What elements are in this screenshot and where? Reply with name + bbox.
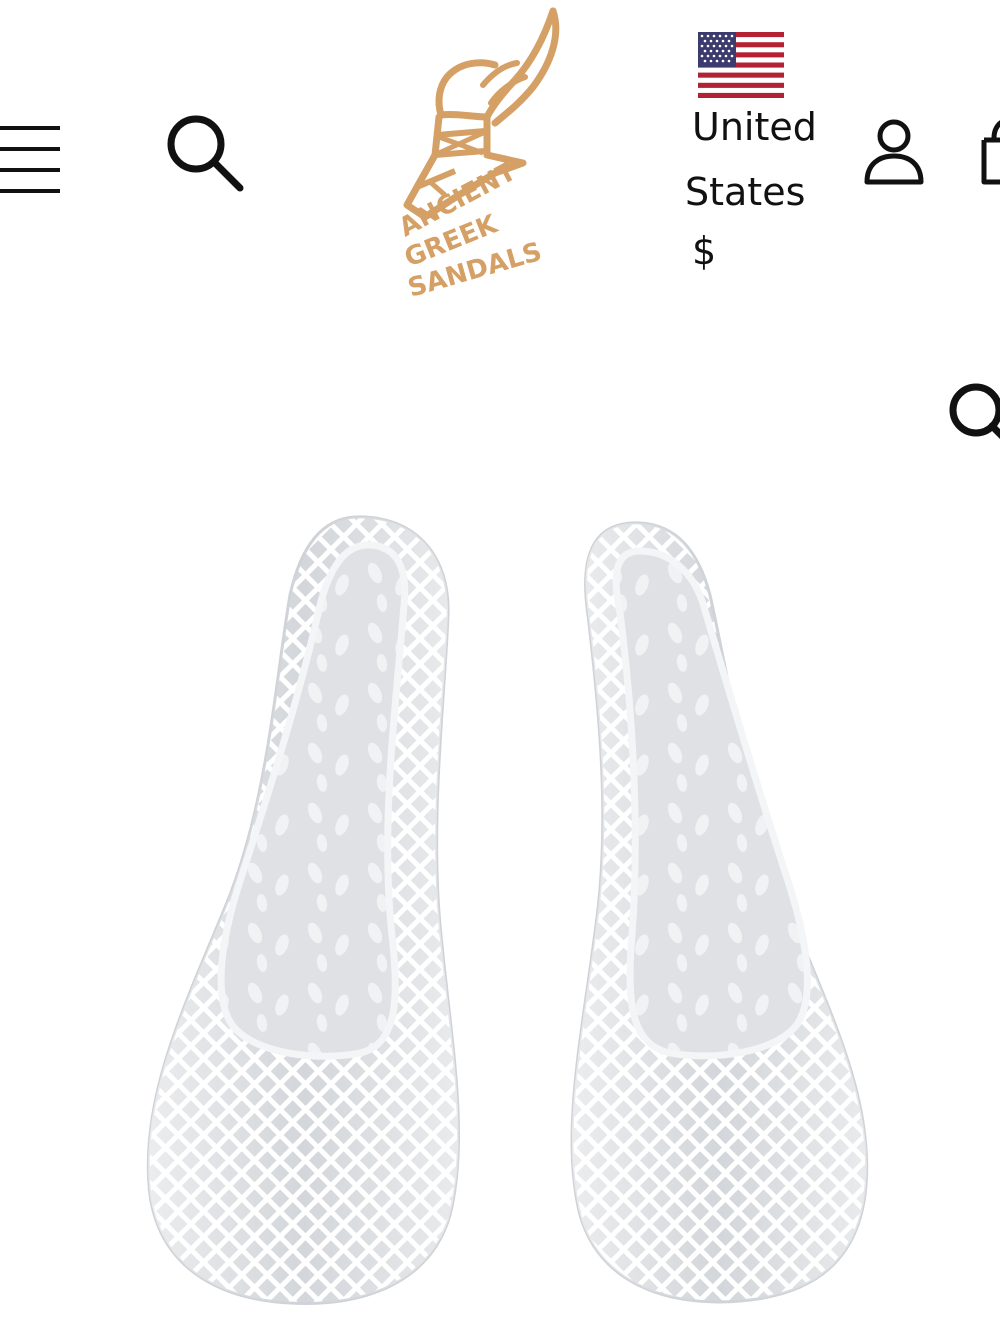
left-shoe [146,515,461,1305]
currency-symbol: $ [692,229,717,273]
search-icon[interactable] [164,112,246,194]
country-currency-selector[interactable]: United States $ [680,30,820,280]
product-page: ANCIENT GREEK SANDALS United States $ [0,0,1000,1333]
account-icon[interactable] [862,118,926,188]
search-icon[interactable] [944,378,1000,448]
right-shoe [570,521,869,1304]
us-flag-icon [698,32,784,98]
brand-logo[interactable]: ANCIENT GREEK SANDALS [394,5,575,304]
product-image[interactable] [0,495,1000,1333]
country-name-line1: United [692,105,817,149]
site-header: ANCIENT GREEK SANDALS United States $ [0,0,1000,320]
country-name-line2: States [685,170,806,214]
hamburger-menu-icon[interactable] [0,120,62,200]
shopping-bag-icon[interactable] [978,118,1000,188]
